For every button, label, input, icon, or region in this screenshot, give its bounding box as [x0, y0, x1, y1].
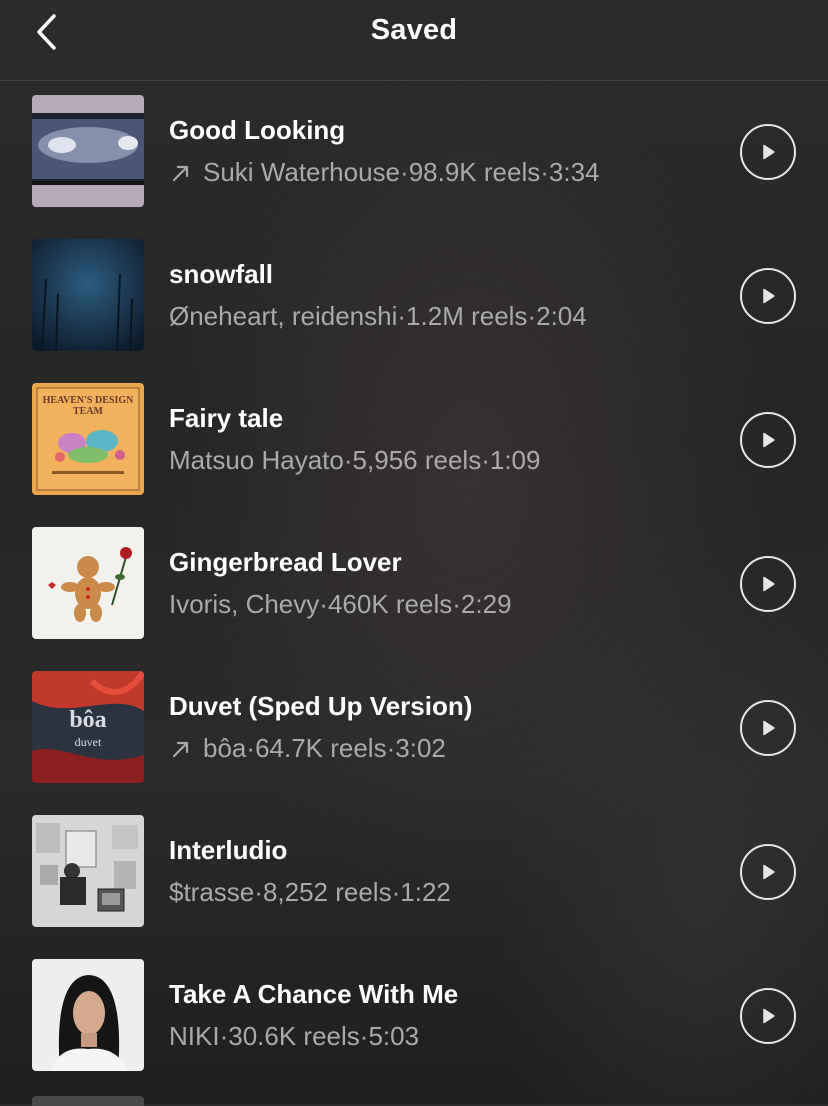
song-duration: 2:29 — [460, 589, 512, 619]
song-title: Fairy tale — [169, 403, 284, 433]
separator: · — [397, 301, 407, 331]
album-art-text: HEAVEN'S DESIGN TEAM — [42, 395, 134, 417]
saved-songs-list: Good Looking Suki Waterhouse · 98.9K ree… — [0, 81, 828, 1089]
album-art — [32, 239, 144, 351]
header: Saved — [0, 0, 828, 81]
play-icon — [763, 1008, 775, 1024]
song-row[interactable]: Good Looking Suki Waterhouse · 98.9K ree… — [0, 81, 828, 225]
play-icon — [763, 576, 775, 592]
play-icon — [763, 432, 775, 448]
song-title: Good Looking — [169, 115, 346, 145]
song-duration: 3:34 — [548, 157, 600, 187]
album-art — [32, 95, 144, 207]
song-duration: 2:04 — [536, 301, 587, 331]
album-art — [32, 959, 144, 1071]
play-icon — [763, 720, 775, 736]
song-meta: Ivoris, Chevy · 460K reels · 2:29 — [169, 589, 512, 620]
song-title: snowfall — [169, 259, 274, 289]
song-row[interactable]: HEAVEN'S DESIGN TEAM Fairy tale Matsuo H… — [0, 369, 828, 513]
song-meta: Øneheart, reidenshi · 1.2M reels · 2:04 — [169, 301, 587, 332]
album-art-subtext: duvet — [74, 735, 102, 749]
song-artist: Ivoris, Chevy — [169, 589, 320, 619]
song-meta: Suki Waterhouse · 98.9K reels · 3:34 — [169, 157, 600, 188]
song-meta: Matsuo Hayato · 5,956 reels · 1:09 — [169, 445, 540, 476]
separator: · — [527, 301, 537, 331]
separator: · — [219, 1021, 229, 1051]
song-reels-count: 64.7K reels — [255, 733, 387, 763]
song-reels-count: 98.9K reels — [408, 157, 541, 187]
separator: · — [481, 445, 490, 475]
separator: · — [343, 445, 353, 475]
play-button[interactable] — [740, 844, 796, 900]
play-button[interactable] — [740, 124, 796, 180]
separator: · — [319, 589, 328, 619]
song-row[interactable]: Take A Chance With Me NIKI · 30.6K reels… — [0, 945, 828, 1089]
song-reels-count: 8,252 reels — [262, 877, 392, 907]
song-duration: 5:03 — [368, 1021, 420, 1051]
song-duration: 1:22 — [400, 877, 451, 907]
song-meta: $trasse · 8,252 reels · 1:22 — [169, 877, 451, 908]
trending-arrow-icon — [172, 165, 189, 181]
song-duration: 3:02 — [395, 733, 446, 763]
song-row[interactable]: snowfall Øneheart, reidenshi · 1.2M reel… — [0, 225, 828, 369]
trending-arrow-icon — [172, 741, 189, 757]
separator: · — [359, 1021, 369, 1051]
album-art-text: bôa — [69, 707, 107, 733]
separator: · — [400, 157, 409, 187]
song-reels-count: 30.6K reels — [228, 1021, 360, 1051]
play-button[interactable] — [740, 268, 796, 324]
play-button[interactable] — [740, 988, 796, 1044]
separator: · — [540, 157, 549, 187]
album-art — [32, 527, 144, 639]
song-title: Take A Chance With Me — [169, 979, 459, 1009]
play-button[interactable] — [740, 700, 796, 756]
song-meta: bôa · 64.7K reels · 3:02 — [169, 733, 446, 764]
play-icon — [763, 144, 775, 160]
separator: · — [452, 589, 461, 619]
song-duration: 1:09 — [489, 445, 541, 475]
song-artist: bôa — [203, 733, 247, 763]
song-artist: NIKI — [169, 1021, 220, 1051]
song-reels-count: 5,956 reels — [352, 445, 482, 475]
page-title: Saved — [370, 14, 458, 46]
song-title: Gingerbread Lover — [169, 547, 402, 577]
separator: · — [254, 877, 263, 907]
separator: · — [391, 877, 401, 907]
song-artist: Øneheart, reidenshi — [169, 301, 398, 331]
album-art: HEAVEN'S DESIGN TEAM — [32, 383, 144, 495]
album-art-partial — [32, 1096, 144, 1106]
album-art: bôa duvet — [32, 671, 144, 783]
song-row[interactable]: Interludio $trasse · 8,252 reels · 1:22 — [0, 801, 828, 945]
song-artist: Matsuo Hayato — [169, 445, 344, 475]
song-row[interactable]: Gingerbread Lover Ivoris, Chevy · 460K r… — [0, 513, 828, 657]
song-artist: $trasse — [169, 877, 255, 907]
song-title: Interludio — [169, 835, 288, 865]
play-icon — [763, 288, 775, 304]
song-meta: NIKI · 30.6K reels · 5:03 — [169, 1021, 419, 1052]
play-button[interactable] — [740, 412, 796, 468]
album-art — [32, 815, 144, 927]
play-button[interactable] — [740, 556, 796, 612]
separator: · — [246, 733, 256, 763]
song-title: Duvet (Sped Up Version) — [169, 691, 473, 721]
song-reels-count: 460K reels — [327, 589, 453, 619]
song-row[interactable]: bôa duvet Duvet (Sped Up Version) bôa · … — [0, 657, 828, 801]
song-reels-count: 1.2M reels — [406, 301, 528, 331]
song-artist: Suki Waterhouse — [203, 157, 401, 187]
separator: · — [386, 733, 396, 763]
play-icon — [763, 864, 775, 880]
